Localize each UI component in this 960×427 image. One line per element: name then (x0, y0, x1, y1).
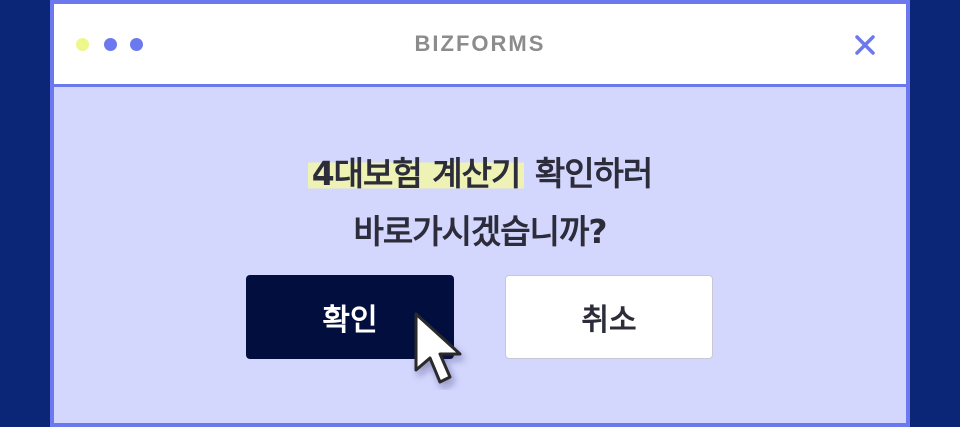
dialog-question: 4대보험 계산기 확인하러 바로가시겠습니까? (54, 145, 906, 261)
close-button[interactable] (852, 32, 878, 58)
question-highlight: 4대보험 계산기 (307, 154, 525, 193)
close-icon (855, 35, 875, 55)
question-line-1-rest: 확인하러 (534, 154, 653, 193)
cancel-button[interactable]: 취소 (505, 275, 713, 359)
confirm-button-label: 확인 (322, 303, 378, 338)
question-line-2: 바로가시겠습니까? (353, 212, 607, 251)
cancel-button-label: 취소 (581, 303, 637, 338)
app-title: BIZFORMS (414, 31, 546, 56)
title-bar: BIZFORMS (54, 4, 906, 87)
question-line-1: 4대보험 계산기 확인하러 (54, 145, 906, 203)
dialog-window: BIZFORMS 4대보험 계산기 확인하러 바로가시겠습니까? 확인 취소 (50, 0, 910, 427)
mouse-pointer-icon (414, 312, 462, 384)
dialog-content: 4대보험 계산기 확인하러 바로가시겠습니까? 확인 취소 (54, 87, 906, 423)
